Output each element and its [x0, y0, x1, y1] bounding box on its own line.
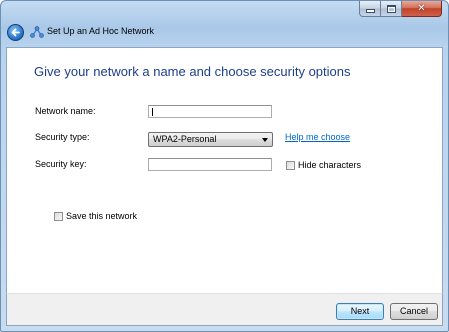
close-button[interactable]: ✕ — [402, 1, 442, 17]
next-button[interactable]: Next — [336, 303, 384, 320]
minimize-button[interactable] — [359, 1, 381, 17]
text-caret — [152, 108, 153, 116]
network-name-input[interactable] — [148, 105, 272, 118]
chevron-down-icon — [262, 138, 268, 142]
save-network-checkbox[interactable] — [54, 212, 63, 221]
network-name-label: Network name: — [35, 106, 96, 116]
security-type-label: Security type: — [35, 132, 90, 142]
wizard-title: Set Up an Ad Hoc Network — [47, 26, 155, 36]
back-arrow-icon — [11, 28, 20, 37]
window-controls: ✕ — [359, 1, 442, 17]
cancel-button[interactable]: Cancel — [390, 303, 438, 320]
wizard-content: Give your network a name and choose secu… — [6, 47, 443, 293]
help-me-choose-link[interactable]: Help me choose — [285, 132, 350, 142]
security-type-value: WPA2-Personal — [153, 134, 217, 144]
page-heading: Give your network a name and choose secu… — [34, 64, 351, 79]
maximize-button[interactable] — [381, 1, 402, 17]
minimize-icon — [365, 9, 375, 13]
security-key-input[interactable] — [148, 158, 272, 171]
ad-hoc-network-icon — [30, 26, 44, 38]
wizard-window: ✕ Set Up an Ad Hoc Network Give your net… — [0, 0, 449, 332]
back-button[interactable] — [7, 24, 24, 41]
wizard-footer: Next Cancel — [6, 293, 443, 326]
close-icon: ✕ — [417, 2, 426, 14]
save-network-label[interactable]: Save this network — [66, 211, 137, 221]
wizard-titlebar: Set Up an Ad Hoc Network — [1, 21, 448, 45]
security-type-select[interactable]: WPA2-Personal — [148, 132, 273, 147]
maximize-icon — [386, 4, 396, 13]
security-key-label: Security key: — [35, 159, 87, 169]
hide-characters-checkbox[interactable] — [286, 161, 295, 170]
hide-characters-label[interactable]: Hide characters — [298, 160, 361, 170]
